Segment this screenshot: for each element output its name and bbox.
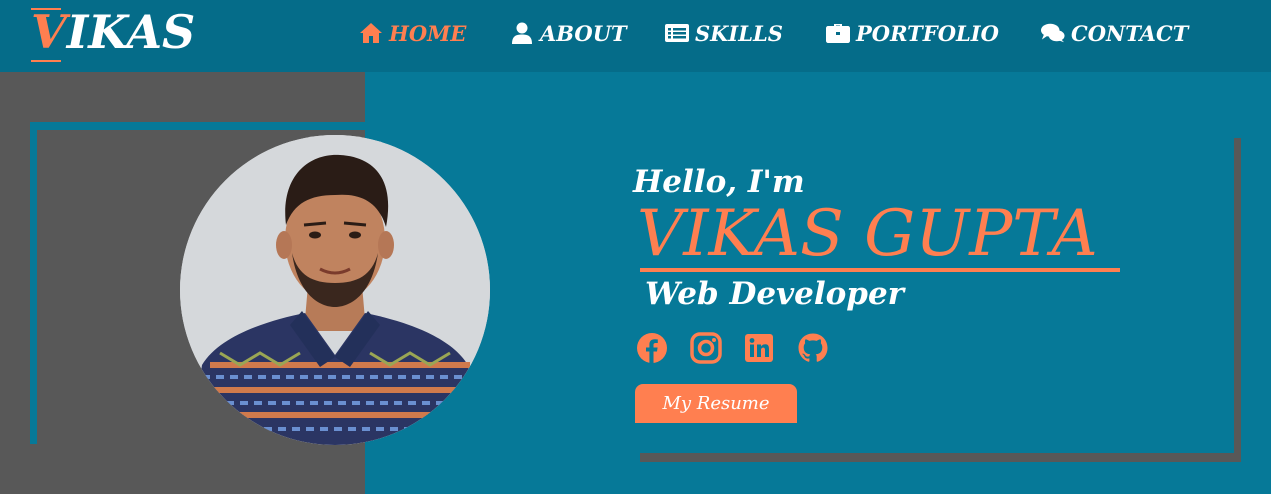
hero-name: VIKAS GUPTA: [637, 197, 1098, 271]
card-shadow-right: [1234, 138, 1241, 462]
logo-rest: IKAS: [66, 5, 196, 59]
comments-icon: [1041, 23, 1065, 43]
nav-skills-label: SKILLS: [695, 20, 783, 46]
briefcase-icon: [826, 24, 850, 43]
nav-skills[interactable]: SKILLS: [665, 18, 783, 48]
hero-role: Web Developer: [645, 276, 905, 312]
card-shadow-bottom: [640, 453, 1241, 462]
home-icon: [360, 23, 382, 43]
linkedin-icon[interactable]: [743, 332, 775, 364]
nav-portfolio-label: PORTFOLIO: [856, 20, 999, 46]
nav-contact[interactable]: CONTACT: [1041, 18, 1188, 48]
list-icon: [665, 24, 689, 42]
nav-home-label: HOME: [389, 20, 467, 46]
navbar: VIKAS HOME ABOUT SKILLS PORTFOLIO CONTAC…: [0, 0, 1271, 72]
github-icon[interactable]: [797, 332, 829, 364]
brand-logo[interactable]: VIKAS: [31, 4, 196, 62]
instagram-icon[interactable]: [690, 332, 722, 364]
nav-about[interactable]: ABOUT: [510, 18, 627, 48]
resume-button[interactable]: My Resume: [635, 384, 797, 423]
frame-border-top: [30, 122, 365, 130]
nav-contact-label: CONTACT: [1071, 20, 1189, 46]
nav-about-label: ABOUT: [540, 20, 627, 46]
user-icon: [512, 22, 532, 44]
logo-letter: V: [31, 5, 67, 62]
nav-portfolio[interactable]: PORTFOLIO: [826, 18, 999, 48]
profile-photo: [180, 135, 490, 445]
nav-home[interactable]: HOME: [359, 18, 466, 48]
facebook-icon[interactable]: [636, 332, 668, 364]
name-underline: [640, 268, 1120, 272]
frame-border-left: [30, 122, 37, 444]
